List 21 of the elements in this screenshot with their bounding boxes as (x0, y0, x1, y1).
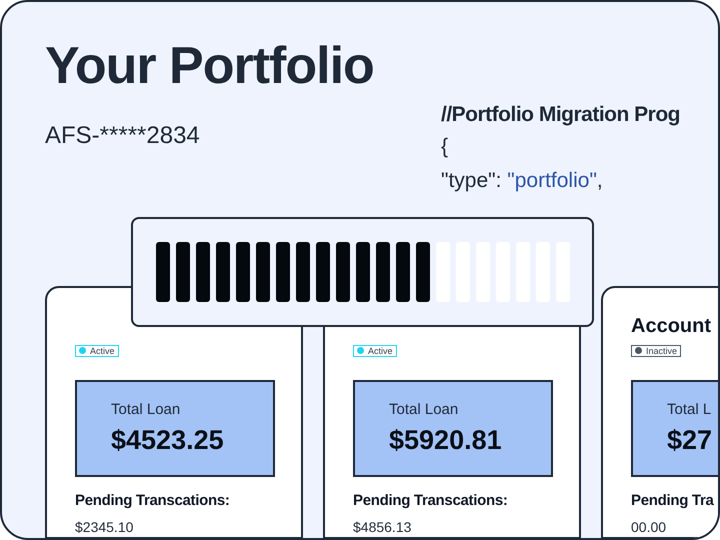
total-loan-amount: $5920.81 (389, 424, 503, 456)
account-number: AFS-*****2834 (45, 122, 201, 150)
code-comment: //Portfolio Migration Prog (441, 102, 680, 128)
page-title: Your Portfolio (45, 36, 375, 97)
code-line: "type": "portfolio", (441, 168, 604, 194)
total-loan-amount: $4523.25 (111, 424, 225, 456)
pending-label: Pending Tra (631, 491, 714, 511)
pending-amount: $4856.13 (353, 518, 412, 537)
total-loan-label: Total L (667, 400, 712, 420)
total-loan-amount: $27 (667, 424, 714, 456)
status-label: Active (90, 346, 115, 356)
pending-label: Pending Transcations: (353, 491, 508, 511)
pending-amount: $2345.10 (75, 518, 134, 537)
status-label: Inactive (646, 346, 678, 356)
code-line: { (441, 134, 450, 160)
pending-amount: 00.00 (631, 518, 668, 537)
pending-label: Pending Transcations: (75, 491, 230, 511)
card-title: Account (631, 314, 712, 338)
total-loan-label: Total Loan (389, 400, 460, 420)
status-label: Active (368, 346, 393, 356)
total-loan-label: Total Loan (111, 400, 182, 420)
